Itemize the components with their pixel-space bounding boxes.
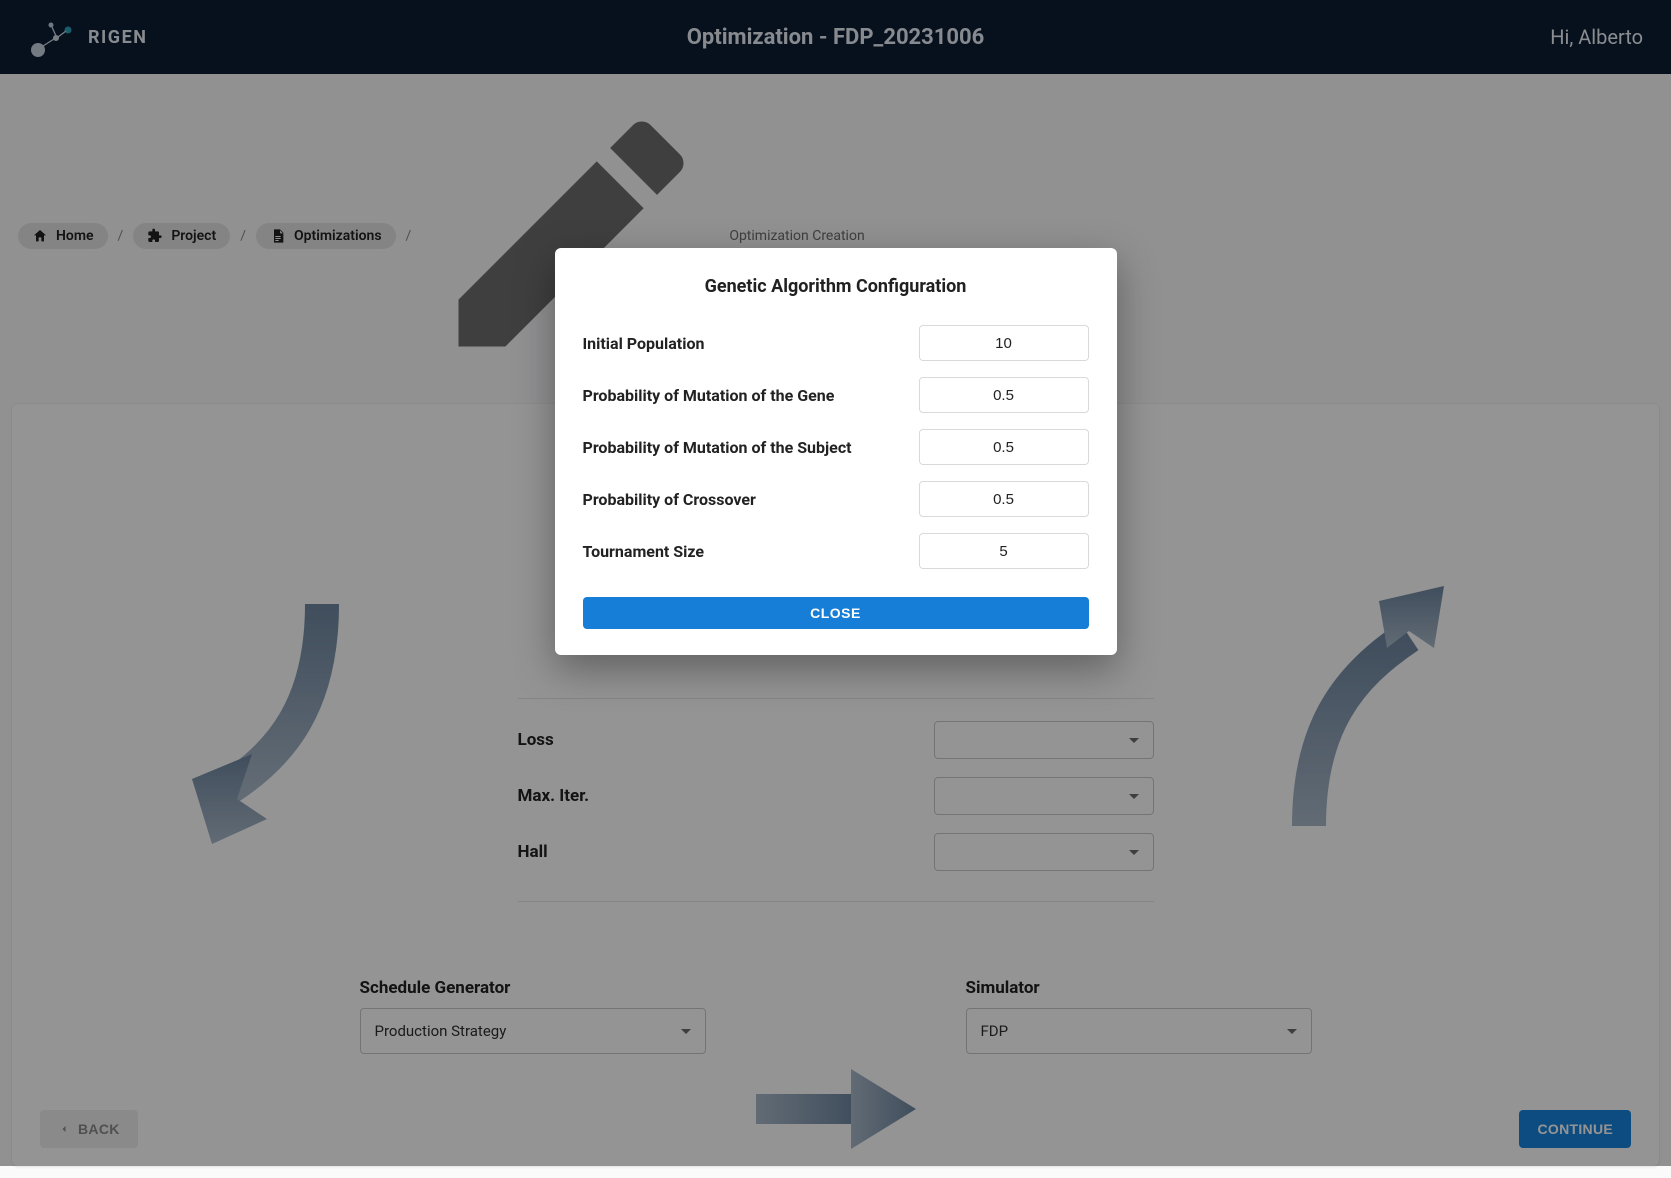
- field-prob-crossover: Probability of Crossover: [583, 481, 1089, 517]
- close-button[interactable]: CLOSE: [583, 597, 1089, 629]
- close-button-label: CLOSE: [810, 605, 861, 621]
- field-label: Probability of Mutation of the Gene: [583, 386, 835, 405]
- field-label: Tournament Size: [583, 542, 705, 561]
- modal-title: Genetic Algorithm Configuration: [583, 276, 1089, 297]
- ga-config-modal: Genetic Algorithm Configuration Initial …: [555, 248, 1117, 655]
- prob-mut-subject-input[interactable]: [919, 429, 1089, 465]
- prob-crossover-input[interactable]: [919, 481, 1089, 517]
- tournament-size-input[interactable]: [919, 533, 1089, 569]
- initial-population-input[interactable]: [919, 325, 1089, 361]
- field-label: Initial Population: [583, 334, 705, 353]
- field-prob-mut-gene: Probability of Mutation of the Gene: [583, 377, 1089, 413]
- field-label: Probability of Mutation of the Subject: [583, 438, 852, 457]
- field-prob-mut-subject: Probability of Mutation of the Subject: [583, 429, 1089, 465]
- field-initial-population: Initial Population: [583, 325, 1089, 361]
- modal-overlay[interactable]: Genetic Algorithm Configuration Initial …: [0, 0, 1671, 1166]
- prob-mut-gene-input[interactable]: [919, 377, 1089, 413]
- field-label: Probability of Crossover: [583, 490, 756, 509]
- field-tournament-size: Tournament Size: [583, 533, 1089, 569]
